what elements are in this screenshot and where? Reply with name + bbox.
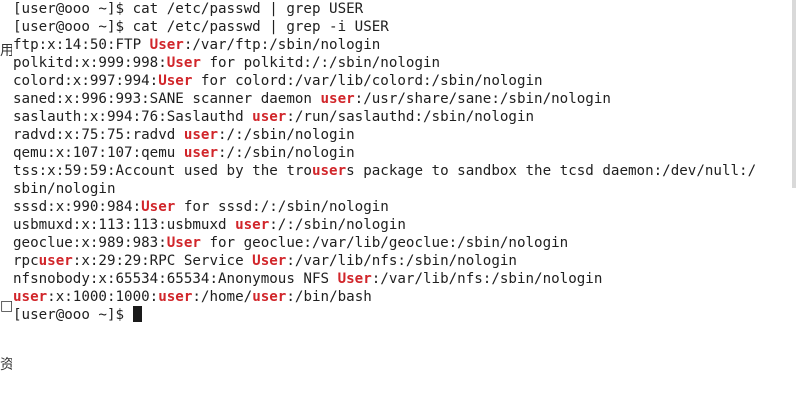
output-text: :x:29:29:RPC Service (72, 253, 253, 269)
output-line: colord:x:997:994:User for colord:/var/li… (13, 72, 796, 90)
background-text-fragment: 资 (0, 357, 12, 373)
output-line: qemu:x:107:107:qemu user:/:/sbin/nologin (13, 144, 796, 162)
output-text: saned:x:996:993:SANE scanner daemon (13, 91, 321, 107)
grep-match: user (183, 145, 219, 161)
output-text: radvd:x:75:75:radvd (13, 127, 184, 143)
output-line: sssd:x:990:984:User for sssd:/:/sbin/nol… (13, 198, 796, 216)
grep-match: user (13, 289, 48, 305)
output-text: :/:/sbin/nologin (218, 145, 355, 161)
grep-match: User (149, 37, 184, 53)
output-line: polkitd:x:999:998:User for polkitd:/:/sb… (13, 54, 796, 72)
output-line: ftp:x:14:50:FTP User:/var/ftp:/sbin/nolo… (13, 36, 796, 54)
text-cursor (132, 306, 142, 322)
output-text: rpc (13, 253, 39, 269)
output-text: usbmuxd:x:113:113:usbmuxd (13, 217, 236, 233)
command-line: [user@ooo ~]$ cat /etc/passwd | grep USE… (13, 0, 796, 18)
grep-match: user (183, 127, 219, 143)
output-text: polkitd:x:999:998: (13, 55, 167, 71)
output-text: :/var/ftp:/sbin/nologin (183, 37, 381, 53)
shell-prompt: [user@ooo ~]$ (13, 307, 133, 323)
output-text: :/run/saslauthd:/sbin/nologin (286, 109, 535, 125)
output-text: nfsnobody:x:65534:65534:Anonymous NFS (13, 271, 338, 287)
output-text: sssd:x:990:984: (13, 199, 142, 215)
output-text: :/usr/share/sane:/sbin/nologin (354, 91, 611, 107)
grep-match: user (311, 163, 347, 179)
output-line: saslauth:x:994:76:Saslauthd user:/run/sa… (13, 108, 796, 126)
output-text: tss:x:59:59:Account used by the tro (13, 163, 312, 179)
output-text: :/:/sbin/nologin (269, 217, 406, 233)
output-line: rpcuser:x:29:29:RPC Service User:/var/li… (13, 252, 796, 270)
output-text: ftp:x:14:50:FTP (13, 37, 150, 53)
output-line: nfsnobody:x:65534:65534:Anonymous NFS Us… (13, 270, 796, 288)
output-text: qemu:x:107:107:qemu (13, 145, 184, 161)
grep-match: user (235, 217, 270, 233)
grep-match: User (158, 73, 193, 89)
output-text: :/bin/bash (286, 289, 372, 305)
grep-match: user (252, 109, 287, 125)
output-text: geoclue:x:989:983: (13, 235, 167, 251)
output-line: user:x:1000:1000:user:/home/user:/bin/ba… (13, 288, 796, 306)
grep-match: user (158, 289, 193, 305)
command-line: [user@ooo ~]$ cat /etc/passwd | grep -i … (13, 18, 796, 36)
output-text: sbin/nologin (13, 181, 116, 197)
grep-match: User (166, 235, 201, 251)
output-text: :/:/sbin/nologin (218, 127, 355, 143)
background-text-fragment: □ (0, 298, 12, 314)
terminal-window: 用 □ 资 [user@ooo ~]$ cat /etc/passwd | gr… (0, 0, 796, 415)
output-line: tss:x:59:59:Account used by the trousers… (13, 162, 796, 180)
output-text: for colord:/var/lib/colord:/sbin/nologin (192, 73, 543, 89)
output-text: [user@ooo ~]$ cat /etc/passwd | grep USE… (13, 1, 364, 17)
grep-match: User (252, 253, 287, 269)
output-text: [user@ooo ~]$ cat /etc/passwd | grep -i … (13, 19, 389, 35)
output-text: for polkitd:/:/sbin/nologin (200, 55, 441, 71)
grep-match: user (320, 91, 355, 107)
background-window-edge: 用 □ 资 (0, 0, 12, 415)
output-line: usbmuxd:x:113:113:usbmuxd user:/:/sbin/n… (13, 216, 796, 234)
output-text: s package to sandbox the tcsd daemon:/de… (346, 163, 757, 179)
output-text: colord:x:997:994: (13, 73, 159, 89)
grep-match: user (252, 289, 287, 305)
output-text: :/var/lib/nfs:/sbin/nologin (371, 271, 603, 287)
grep-match: User (166, 55, 201, 71)
grep-match: User (337, 271, 372, 287)
output-text: saslauth:x:994:76:Saslauthd (13, 109, 253, 125)
grep-match: User (141, 199, 176, 215)
scrollbar[interactable] (792, 0, 796, 188)
background-text-fragment: 用 (0, 43, 12, 59)
output-text: :/var/lib/nfs:/sbin/nologin (286, 253, 517, 269)
output-line: geoclue:x:989:983:User for geoclue:/var/… (13, 234, 796, 252)
terminal-output[interactable]: [user@ooo ~]$ cat /etc/passwd | grep USE… (13, 0, 796, 324)
grep-match: user (38, 253, 73, 269)
prompt-line[interactable]: [user@ooo ~]$ (13, 306, 796, 324)
output-text: :x:1000:1000: (47, 289, 159, 305)
output-text: :/home/ (192, 289, 253, 305)
output-text: for sssd:/:/sbin/nologin (175, 199, 389, 215)
output-line: saned:x:996:993:SANE scanner daemon user… (13, 90, 796, 108)
output-line: sbin/nologin (13, 180, 796, 198)
output-text: for geoclue:/var/lib/geoclue:/sbin/nolog… (200, 235, 569, 251)
output-line: radvd:x:75:75:radvd user:/:/sbin/nologin (13, 126, 796, 144)
